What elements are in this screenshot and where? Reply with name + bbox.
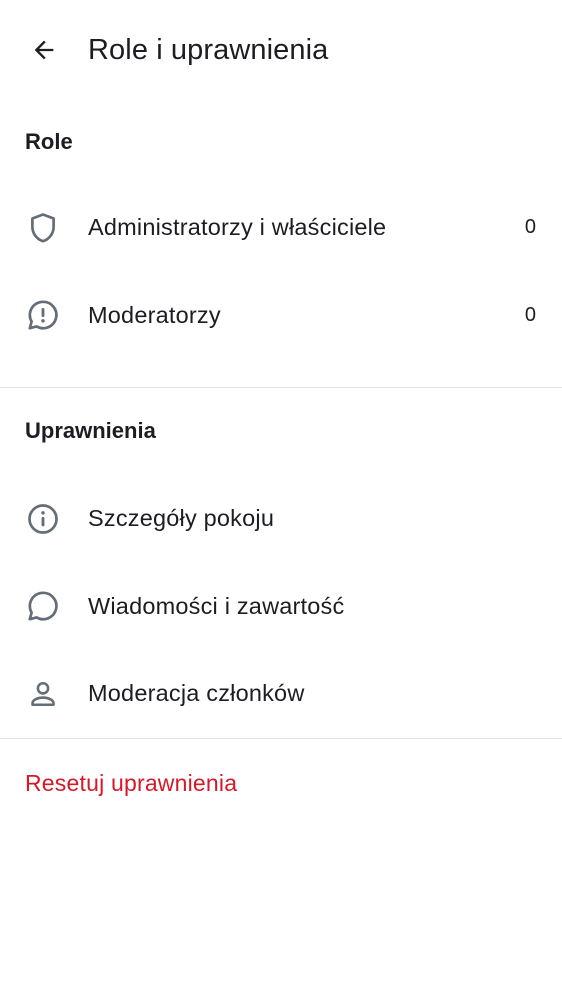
role-count-administrators: 0 <box>524 216 536 239</box>
top-app-bar: Role i uprawnienia <box>0 0 562 100</box>
permission-label-room-details: Szczegóły pokoju <box>88 505 275 532</box>
shield-icon <box>24 209 62 247</box>
chat-alert-icon <box>24 296 62 334</box>
roles-section-heading: Role <box>25 129 73 154</box>
permission-label-member-moderation: Moderacja członków <box>88 680 305 707</box>
permission-row-room-details[interactable]: Szczegóły pokoju <box>0 475 562 563</box>
reset-permissions-button[interactable]: Resetuj uprawnienia <box>0 739 562 827</box>
role-count-moderators: 0 <box>524 303 536 326</box>
user-icon <box>24 675 62 713</box>
role-row-administrators[interactable]: Administratorzy i właściciele 0 <box>0 184 562 272</box>
page-title: Role i uprawnienia <box>88 34 329 66</box>
permission-row-messages-content[interactable]: Wiadomości i zawartość <box>0 563 562 651</box>
back-button[interactable] <box>22 28 66 72</box>
permission-row-member-moderation[interactable]: Moderacja członków <box>0 650 562 738</box>
permissions-section-heading: Uprawnienia <box>25 418 156 443</box>
arrow-left-icon <box>30 36 58 64</box>
role-label-administrators: Administratorzy i właściciele <box>88 214 387 241</box>
roles-section: Role Administratorzy i właściciele 0 Mod… <box>0 122 562 359</box>
role-label-moderators: Moderatorzy <box>88 301 221 328</box>
chat-bubble-icon <box>24 587 62 625</box>
role-row-moderators[interactable]: Moderatorzy 0 <box>0 272 562 360</box>
info-icon <box>24 500 62 538</box>
permission-label-messages-content: Wiadomości i zawartość <box>88 592 345 619</box>
section-divider <box>0 387 562 388</box>
permissions-section: Uprawnienia Szczegóły pokoju Wiadomości … <box>0 411 562 738</box>
